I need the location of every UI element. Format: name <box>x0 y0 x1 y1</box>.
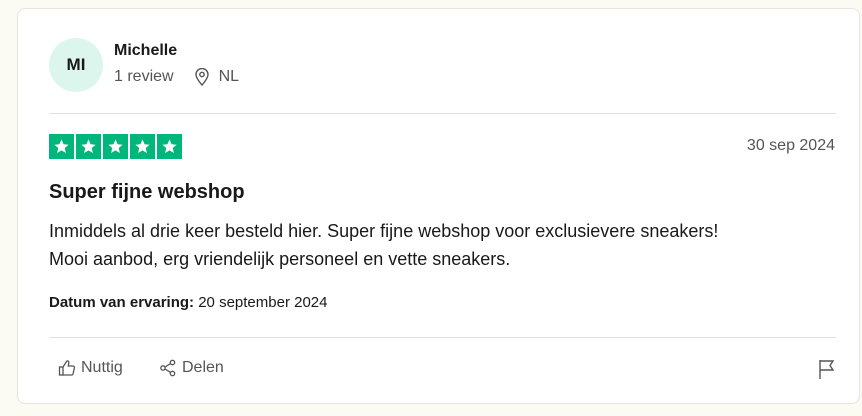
reviewer-name[interactable]: Michelle <box>114 42 177 60</box>
review-date: 30 sep 2024 <box>746 137 835 154</box>
review-body: Inmiddels al drie keer besteld hier. Sup… <box>49 217 839 273</box>
divider <box>49 337 836 338</box>
flag-icon <box>819 360 835 379</box>
report-button[interactable] <box>817 358 837 385</box>
share-label: Delen <box>182 359 224 376</box>
star-rating <box>49 134 182 159</box>
review-card: MI Michelle 1 review NL 30 sep 2024 Supe… <box>17 8 860 404</box>
star-icon <box>49 134 74 159</box>
share-button[interactable]: Delen <box>159 359 224 377</box>
reviewer-country: NL <box>218 68 240 85</box>
useful-button[interactable]: Nuttig <box>58 359 123 377</box>
share-icon <box>160 359 176 377</box>
star-icon <box>130 134 155 159</box>
star-icon <box>103 134 128 159</box>
review-body-line: Mooi aanbod, erg vriendelijk personeel e… <box>49 249 511 269</box>
thumbs-up-icon <box>58 360 76 376</box>
location-pin-icon <box>194 68 210 86</box>
experience-label: Datum van ervaring: <box>49 294 195 311</box>
review-count: 1 review <box>114 68 174 85</box>
experience-value: 20 september 2024 <box>198 294 328 311</box>
star-icon <box>76 134 101 159</box>
avatar[interactable]: MI <box>49 38 103 92</box>
reviewer-meta: 1 review NL <box>114 68 239 86</box>
review-body-line: Inmiddels al drie keer besteld hier. Sup… <box>49 221 719 241</box>
review-title[interactable]: Super fijne webshop <box>49 181 245 204</box>
divider <box>49 113 836 114</box>
useful-label: Nuttig <box>81 359 123 376</box>
avatar-initials: MI <box>66 55 86 74</box>
experience-date: Datum van ervaring: 20 september 2024 <box>49 294 327 311</box>
star-icon <box>157 134 182 159</box>
